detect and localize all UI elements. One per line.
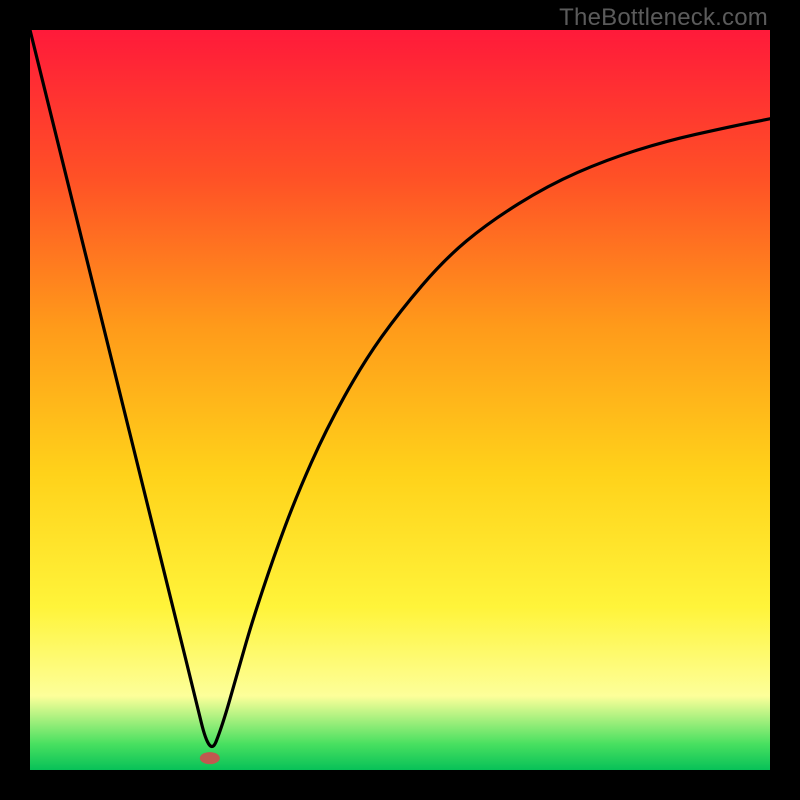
bottleneck-chart (30, 30, 770, 770)
watermark-text: TheBottleneck.com (559, 4, 768, 32)
gradient-background (30, 30, 770, 770)
chart-frame (30, 30, 770, 770)
minimum-marker (200, 752, 220, 764)
